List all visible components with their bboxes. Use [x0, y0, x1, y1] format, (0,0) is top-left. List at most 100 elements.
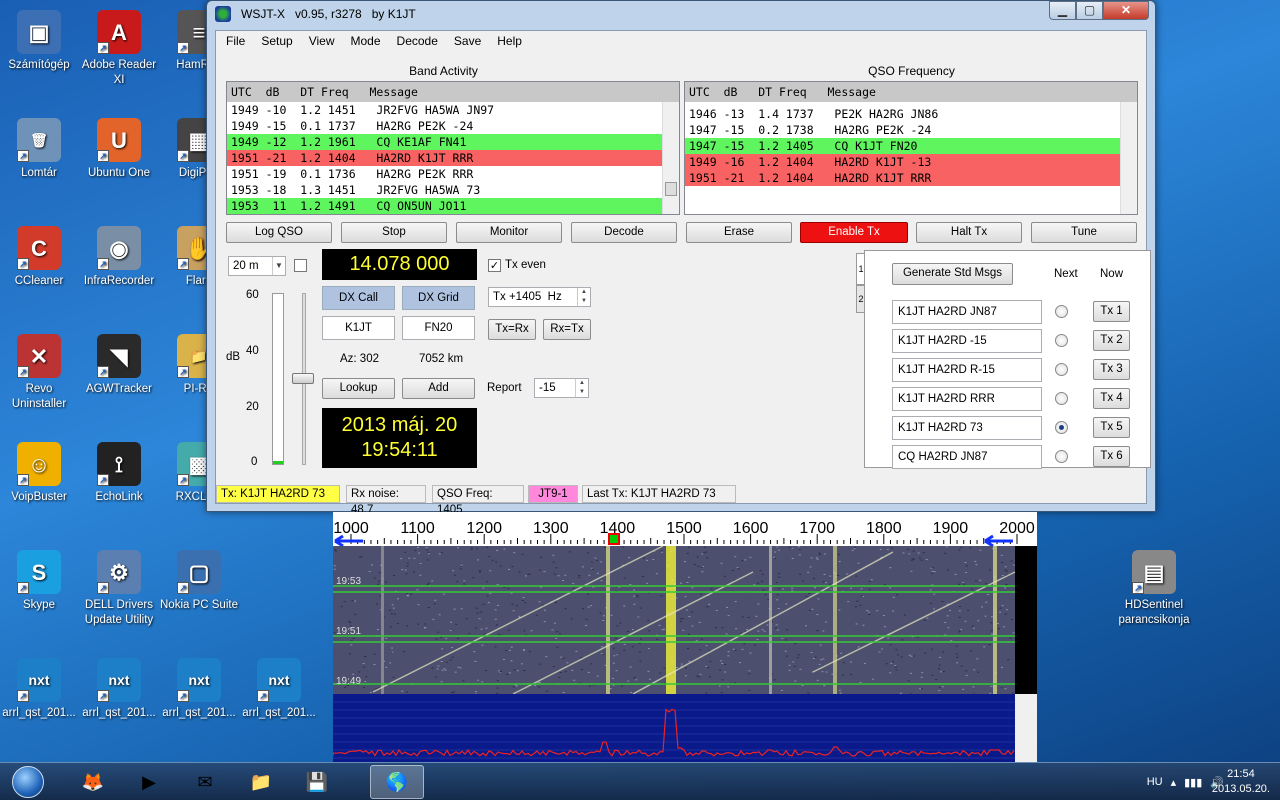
next-radio[interactable] [1055, 363, 1068, 376]
explorer-icon[interactable]: 📁 [234, 765, 288, 799]
decode-row[interactable]: 1951 -21 1.2 1404 HA2RD K1JT RRR [227, 150, 662, 166]
qso-frequency-list[interactable]: UTC dB DT Freq Message 1946 -13 1.4 1737… [684, 81, 1138, 215]
desktop-shortcut[interactable]: ▤ ↗ HDSentinel parancsikonja [1115, 550, 1193, 628]
decode-row[interactable]: 1953 -18 1.3 1451 JR2FVG HA5WA 73 [227, 182, 662, 198]
decode-row[interactable]: 1949 -15 0.1 1737 HA2RG PE2K -24 [227, 118, 662, 134]
qso-frequency-scrollbar[interactable] [1120, 102, 1137, 214]
next-radio[interactable] [1055, 305, 1068, 318]
desktop-shortcut[interactable]: nxt ↗ arrl_qst_201... [160, 658, 238, 721]
desktop-shortcut[interactable]: ⟟ ↗ EchoLink [80, 442, 158, 505]
desktop-shortcut[interactable]: ✕ ↗ Revo Uninstaller [0, 334, 78, 412]
band-activity-list[interactable]: UTC dB DT Freq Message 1949 -10 1.2 1451… [226, 81, 680, 215]
menu-save[interactable]: Save [446, 34, 489, 48]
halt-tx-button[interactable]: Halt Tx [916, 222, 1022, 243]
decode-row[interactable]: 1947 -15 1.2 1405 CQ K1JT FN20 [685, 138, 1120, 154]
floppy-icon[interactable]: 💾 [290, 765, 344, 799]
desktop-shortcut[interactable]: nxt ↗ arrl_qst_201... [240, 658, 318, 721]
band-select[interactable]: 20 m ▼ [228, 256, 286, 276]
tx-freq-spinbox[interactable]: Tx +1405 Hz ▲ ▼ [488, 287, 591, 307]
decode-row[interactable]: 1951 -21 1.2 1404 HA2RD K1JT RRR [685, 170, 1120, 186]
decode-row[interactable]: 1953 11 1.2 1491 CQ ON5UN JO11 [227, 198, 662, 214]
tx-message-input[interactable]: CQ HA2RD JN87 [892, 445, 1042, 469]
clock[interactable]: 21:54 2013.05.20. [1212, 767, 1270, 797]
decode-row[interactable]: 1947 -15 0.2 1738 HA2RG PE2K -24 [685, 122, 1120, 138]
desktop-shortcut[interactable]: ▣ Számítógép [0, 10, 78, 73]
next-radio[interactable] [1055, 392, 1068, 405]
menu-file[interactable]: File [218, 34, 253, 48]
decode-row[interactable]: 1951 -19 0.1 1736 HA2RG PE2K RRR [227, 166, 662, 182]
desktop-shortcut[interactable]: U ↗ Ubuntu One [80, 118, 158, 181]
erase-button[interactable]: Erase [686, 222, 792, 243]
enable-tx-button[interactable]: Enable Tx [800, 222, 908, 243]
band-checkbox[interactable] [294, 259, 307, 272]
band-activity-scrollbar[interactable] [662, 102, 679, 214]
title-bar[interactable]: WSJT-X v0.95, r3278 by K1JT [207, 1, 1155, 27]
desktop-shortcut[interactable]: ⚙ ↗ DELL Drivers Update Utility [80, 550, 158, 628]
stop-button[interactable]: Stop [341, 222, 447, 243]
lookup-button[interactable]: Lookup [322, 378, 395, 399]
menu-view[interactable]: View [301, 34, 343, 48]
desktop-shortcut[interactable]: C ↗ CCleaner [0, 226, 78, 289]
decode-button[interactable]: Decode [571, 222, 677, 243]
tx-now-button[interactable]: Tx 3 [1093, 359, 1130, 380]
decode-row[interactable]: 1949 -10 1.2 1451 JR2FVG HA5WA JN97 [227, 102, 662, 118]
desktop-shortcut[interactable]: ◥ ↗ AGWTracker [80, 334, 158, 397]
tx-now-button[interactable]: Tx 5 [1093, 417, 1130, 438]
tx-message-input[interactable]: K1JT HA2RD JN87 [892, 300, 1042, 324]
generate-std-msgs-button[interactable]: Generate Std Msgs [892, 263, 1013, 285]
desktop-shortcut[interactable]: nxt ↗ arrl_qst_201... [0, 658, 78, 721]
tx-now-button[interactable]: Tx 6 [1093, 446, 1130, 467]
network-icon[interactable]: ▮▮▮ [1184, 776, 1202, 789]
tx-now-button[interactable]: Tx 4 [1093, 388, 1130, 409]
wsjtx-taskbar-icon[interactable]: 🌎 [370, 765, 424, 799]
menu-mode[interactable]: Mode [343, 34, 389, 48]
menu-setup[interactable]: Setup [253, 34, 300, 48]
start-button[interactable] [2, 763, 54, 800]
tx-now-button[interactable]: Tx 1 [1093, 301, 1130, 322]
desktop-shortcut-label: Lomtár [0, 166, 78, 181]
waterfall-graph[interactable]: 1000 1100 1200 1300 1400 1500 1600 1700 1800 1900… [333, 512, 1037, 762]
add-button[interactable]: Add [402, 378, 475, 399]
firefox-icon[interactable]: 🦊 [66, 765, 120, 799]
tx-now-button[interactable]: Tx 2 [1093, 330, 1130, 351]
spin-arrows-icon[interactable]: ▲ ▼ [575, 379, 588, 397]
tx-even-checkbox[interactable]: ✓ [488, 259, 501, 272]
desktop-shortcut[interactable]: S ↗ Skype [0, 550, 78, 613]
tx-message-input[interactable]: K1JT HA2RD RRR [892, 387, 1042, 411]
gain-slider-handle[interactable] [292, 373, 314, 384]
dx-grid-input[interactable]: FN20 [402, 316, 475, 340]
decode-row[interactable]: 1949 -12 1.2 1961 CQ KE1AF FN41 [227, 134, 662, 150]
spin-arrows-icon[interactable]: ▲ ▼ [577, 288, 590, 306]
media-player-icon[interactable]: ▶ [122, 765, 176, 799]
report-spinbox[interactable]: -15 ▲ ▼ [534, 378, 589, 398]
dx-call-input[interactable]: K1JT [322, 316, 395, 340]
desktop-shortcut[interactable]: A ↗ Adobe Reader XI [80, 10, 158, 88]
waterfall-window[interactable]: 1000 1100 1200 1300 1400 1500 1600 1700 1800 1900… [333, 512, 1037, 762]
desktop-shortcut[interactable]: nxt ↗ arrl_qst_201... [80, 658, 158, 721]
monitor-button[interactable]: Monitor [456, 222, 562, 243]
language-indicator[interactable]: HU [1147, 776, 1163, 788]
log-qso-button[interactable]: Log QSO [226, 222, 332, 243]
minimize-icon[interactable]: ▁ [1049, 1, 1076, 20]
mail-icon[interactable]: ✉ [178, 765, 232, 799]
desktop-shortcut[interactable]: ▢ ↗ Nokia PC Suite [160, 550, 238, 613]
decode-row[interactable]: 1946 -13 1.4 1737 PE2K HA2RG JN86 [685, 106, 1120, 122]
maximize-icon[interactable]: ▢ [1076, 1, 1103, 20]
tx-message-input[interactable]: K1JT HA2RD R-15 [892, 358, 1042, 382]
menu-decode[interactable]: Decode [389, 34, 446, 48]
tx-message-input[interactable]: K1JT HA2RD -15 [892, 329, 1042, 353]
desktop-shortcut[interactable]: ☺ ↗ VoipBuster [0, 442, 78, 505]
next-radio[interactable] [1055, 334, 1068, 347]
desktop-shortcut[interactable]: ◉ ↗ InfraRecorder [80, 226, 158, 289]
tray-expand-icon[interactable]: ▴ [1171, 776, 1177, 789]
tune-button[interactable]: Tune [1031, 222, 1137, 243]
tx-message-input[interactable]: K1JT HA2RD 73 [892, 416, 1042, 440]
decode-row[interactable]: 1949 -16 1.2 1404 HA2RD K1JT -13 [685, 154, 1120, 170]
next-radio[interactable] [1055, 421, 1068, 434]
desktop-shortcut[interactable]: 🗑 ↗ Lomtár [0, 118, 78, 181]
menu-help[interactable]: Help [489, 34, 530, 48]
tx-eq-rx-button[interactable]: Tx=Rx [488, 319, 536, 340]
next-radio[interactable] [1055, 450, 1068, 463]
close-icon[interactable]: ✕ [1103, 1, 1149, 20]
rx-eq-tx-button[interactable]: Rx=Tx [543, 319, 591, 340]
